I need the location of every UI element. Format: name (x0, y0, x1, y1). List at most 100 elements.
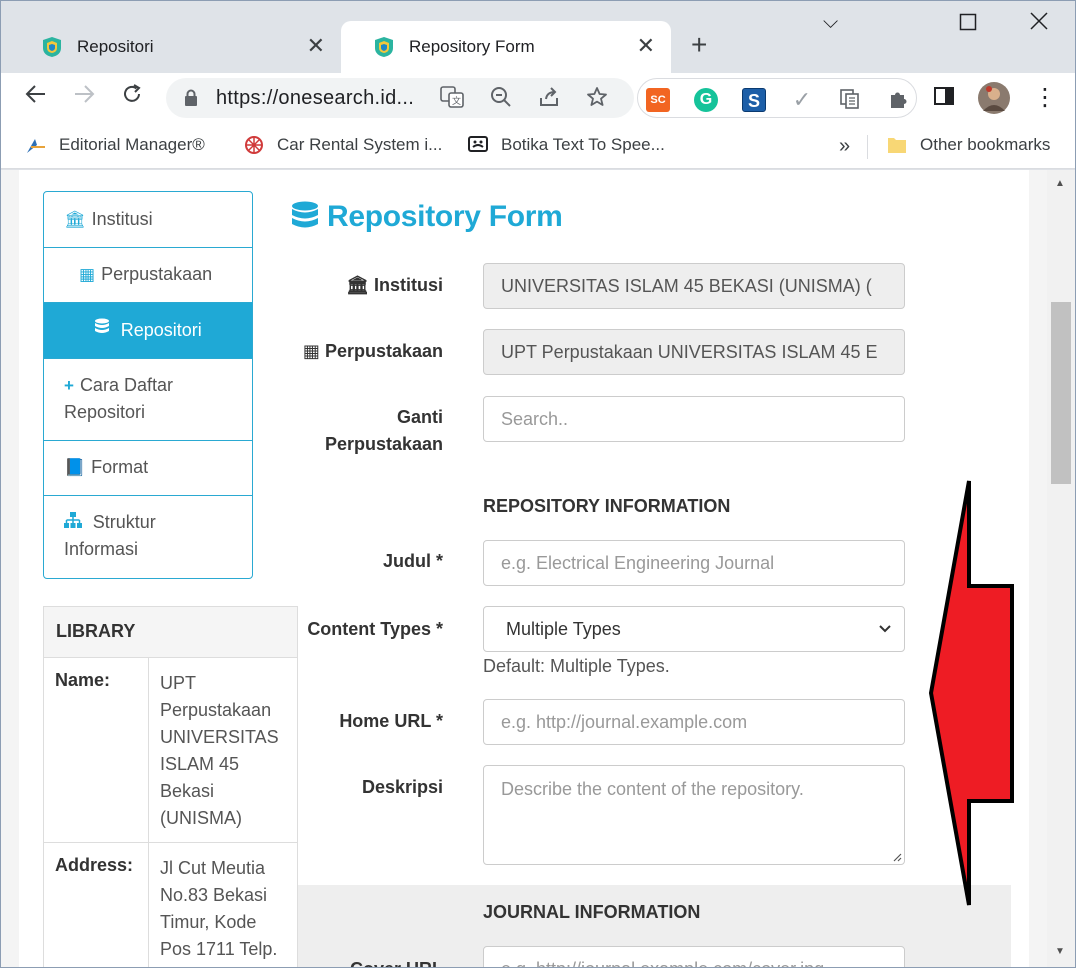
menu-kebab-icon[interactable]: ⋮ (1033, 83, 1057, 112)
sidebar-item-label: Struktur (92, 512, 156, 532)
journal-section-heading: JOURNAL INFORMATION (483, 902, 701, 922)
sitemap-icon (64, 512, 87, 532)
sc-extension-icon[interactable]: SC (646, 88, 670, 112)
bookmarks-overflow-button[interactable]: » (839, 135, 850, 158)
share-icon[interactable] (538, 86, 560, 114)
chevron-down-icon (878, 607, 892, 651)
bookmark-label: Car Rental System i... (277, 135, 443, 154)
bank-icon: 🏛 (64, 210, 86, 229)
bookmark-star-icon[interactable] (586, 86, 608, 114)
page-title: Repository Form (291, 200, 563, 234)
scroll-down-icon[interactable]: ▼ (1055, 946, 1065, 957)
content-types-select[interactable]: Multiple Types (483, 606, 905, 652)
placeholder-text: Describe the content of the repository. (501, 779, 804, 799)
car-rental-icon (245, 136, 263, 154)
tab-title: Repository Form (409, 37, 535, 56)
database-icon (94, 318, 115, 340)
content-types-help: Default: Multiple Types. (483, 656, 670, 676)
sidebar-nav: 🏛 Institusi ▦ Perpustakaan Repositori + Car… (43, 191, 253, 579)
tab-repositori[interactable]: Repositori ✕ (9, 21, 341, 73)
url-text: https://onesearch.id... (216, 87, 415, 109)
perpustakaan-label: ▦ Perpustakaan (302, 341, 443, 361)
zoom-icon[interactable] (490, 86, 512, 114)
sidebar-item-institusi[interactable]: 🏛 Institusi (44, 192, 252, 248)
building-icon: ▦ (302, 341, 320, 361)
sidebar-item-perpustakaan[interactable]: ▦ Perpustakaan (44, 248, 252, 303)
bookmarks-bar: Editorial Manager® Car Rental System i..… (1, 123, 1075, 169)
tab-title: Repositori (77, 37, 154, 56)
folder-icon (888, 138, 906, 153)
sidebar-item-repositori[interactable]: Repositori (44, 303, 252, 359)
deskripsi-textarea[interactable]: Describe the content of the repository. (483, 765, 905, 865)
onesearch-favicon-icon (375, 37, 393, 57)
bookmark-car-rental[interactable]: Car Rental System i... (243, 135, 442, 155)
tab-search-icon[interactable]: ⌵ (823, 11, 838, 34)
building-icon: ▦ (79, 265, 96, 284)
bookmark-label: Botika Text To Spee... (501, 135, 665, 154)
bookmark-editorial-manager[interactable]: Editorial Manager® (25, 135, 205, 155)
sidebar-item-cara-daftar[interactable]: + Cara Daftar Repositori (44, 359, 252, 441)
judul-input[interactable]: e.g. Electrical Engineering Journal (483, 540, 905, 586)
lock-icon (185, 89, 197, 106)
library-table: LIBRARY Name: UPT Perpustakaan UNIVERSIT… (43, 606, 298, 967)
close-tab-icon[interactable]: ✕ (637, 35, 655, 57)
other-bookmarks-folder[interactable]: Other bookmarks (886, 135, 1050, 155)
translate-icon[interactable]: 文 (440, 86, 464, 114)
check-extension-icon[interactable]: ✓ (790, 88, 814, 112)
bookmark-label: Other bookmarks (920, 135, 1051, 154)
sidebar-item-label: Informasi (64, 539, 139, 559)
home-url-label: Home URL * (339, 711, 443, 731)
reload-button[interactable] (117, 83, 147, 113)
plus-icon: + (64, 376, 74, 395)
browser-toolbar: https://onesearch.id... 文 SC G S ✓ ⋮ (1, 73, 1075, 123)
bank-icon: 🏛 (346, 275, 369, 295)
page-scrollbar[interactable]: ▲ ▼ (1047, 170, 1075, 967)
puzzle-extensions-icon[interactable] (886, 88, 910, 112)
address-label: Address: (44, 843, 149, 967)
grammarly-extension-icon[interactable]: G (694, 88, 718, 112)
judul-label: Judul * (382, 551, 443, 571)
address-value: Jl Cut Meutia No.83 Bekasi Timur, Kode P… (160, 858, 278, 959)
home-url-input[interactable]: e.g. http://journal.example.com (483, 699, 905, 745)
name-label: Name: (44, 658, 149, 842)
library-heading: LIBRARY (44, 607, 297, 658)
botika-icon (468, 136, 488, 152)
sidebar-item-label: Repositori (120, 320, 202, 340)
close-tab-icon[interactable]: ✕ (307, 35, 325, 57)
s-extension-icon[interactable]: S (742, 88, 766, 112)
cover-url-input[interactable]: e.g. http://journal.example.com/cover.jp… (483, 946, 905, 967)
side-panel-icon[interactable] (933, 85, 955, 113)
editorial-manager-icon (27, 139, 45, 153)
book-icon: 📘 (64, 458, 86, 477)
svg-text:文: 文 (452, 95, 461, 107)
back-button[interactable] (21, 83, 51, 113)
bookmark-botika[interactable]: Botika Text To Spee... (467, 135, 665, 155)
sidebar-item-label: Format (91, 457, 149, 477)
forward-button[interactable] (69, 83, 99, 113)
tab-strip: Repositori ✕ Repository Form ✕ + ⌵ (1, 1, 1075, 73)
sidebar-item-label: Repositori (64, 402, 146, 422)
resize-grip-icon[interactable] (892, 852, 902, 862)
copy-extension-icon[interactable] (838, 88, 862, 112)
sidebar-item-format[interactable]: 📘 Format (44, 441, 252, 496)
library-search-input[interactable]: Search.. (483, 396, 905, 442)
form-title: Repository Form (327, 200, 563, 233)
close-window-icon[interactable] (1029, 11, 1049, 37)
new-tab-button[interactable]: + (691, 31, 707, 59)
scroll-up-icon[interactable]: ▲ (1055, 178, 1065, 189)
maximize-icon[interactable] (959, 13, 977, 37)
deskripsi-label: Deskripsi (361, 777, 443, 797)
bookmarks-divider (867, 135, 868, 159)
institusi-label: 🏛 Institusi (346, 275, 443, 295)
profile-avatar[interactable] (977, 81, 1011, 121)
table-row: Name: UPT Perpustakaan UNIVERSITAS ISLAM… (44, 658, 297, 843)
repository-section-heading: REPOSITORY INFORMATION (483, 496, 731, 516)
perpustakaan-field: UPT Perpustakaan UNIVERSITAS ISLAM 45 E (483, 329, 905, 375)
tab-repository-form[interactable]: Repository Form ✕ (341, 21, 671, 73)
database-icon (292, 201, 318, 228)
scrollbar-thumb[interactable] (1051, 302, 1071, 484)
cover-url-label: Cover URL (293, 956, 443, 967)
address-bar[interactable]: https://onesearch.id... 文 (166, 78, 634, 118)
sidebar-item-struktur[interactable]: Struktur Informasi (44, 496, 252, 578)
extensions-group: SC G S ✓ (637, 78, 917, 118)
